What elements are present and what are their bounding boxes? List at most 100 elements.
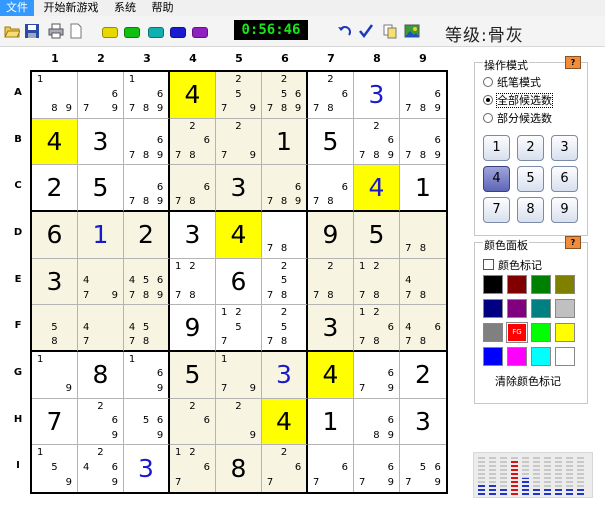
sudoku-cell-A3[interactable]: 1 6 789 (124, 72, 170, 119)
sudoku-cell-C5[interactable]: 3 (216, 165, 262, 212)
color-pill-purple-icon[interactable] (192, 27, 208, 38)
sudoku-cell-H5[interactable]: 29 (216, 398, 262, 446)
sudoku-cell-D7[interactable]: 9 (308, 211, 354, 259)
color-swatch[interactable] (531, 299, 551, 318)
color-swatch[interactable] (555, 275, 575, 294)
sudoku-cell-I7[interactable]: 67 (308, 445, 354, 492)
copy-icon[interactable] (382, 23, 398, 39)
color-swatch[interactable] (483, 323, 503, 342)
number-button-1[interactable]: 1 (483, 135, 510, 161)
sudoku-cell-E1[interactable]: 3 (32, 258, 78, 306)
color-swatch[interactable] (483, 347, 503, 366)
sudoku-cell-C2[interactable]: 5 (78, 165, 124, 212)
sudoku-cell-H2[interactable]: 26 9 (78, 398, 124, 446)
sudoku-cell-D3[interactable]: 2 (124, 211, 170, 259)
sudoku-cell-B7[interactable]: 5 (308, 118, 354, 166)
number-button-5[interactable]: 5 (517, 166, 544, 192)
sudoku-cell-C7[interactable]: 6 78 (308, 165, 354, 212)
sudoku-cell-A1[interactable]: 1 89 (32, 72, 78, 119)
menu-system[interactable]: 系统 (108, 0, 142, 16)
sudoku-cell-F6[interactable]: 2 578 (262, 305, 308, 352)
number-button-7[interactable]: 7 (483, 197, 510, 223)
sudoku-cell-H9[interactable]: 3 (400, 399, 446, 446)
sudoku-cell-D4[interactable]: 3 (170, 211, 216, 259)
save-icon[interactable] (24, 23, 40, 39)
sudoku-cell-A7[interactable]: 26 78 (308, 72, 354, 119)
color-swatch[interactable] (507, 275, 527, 294)
sudoku-cell-B9[interactable]: 6 789 (400, 119, 446, 166)
new-document-icon[interactable] (68, 23, 84, 39)
clear-color-marks-button[interactable]: 清除颜色标记 (495, 373, 561, 389)
sudoku-cell-I8[interactable]: 6 7 9 (354, 445, 400, 492)
sudoku-cell-H3[interactable]: 56 9 (124, 398, 170, 446)
sudoku-cell-A2[interactable]: 6 7 9 (78, 72, 124, 119)
number-button-2[interactable]: 2 (517, 135, 544, 161)
color-swatch[interactable] (531, 275, 551, 294)
sudoku-cell-B5[interactable]: 2 7 9 (216, 118, 262, 166)
color-swatch[interactable] (483, 299, 503, 318)
color-swatch[interactable] (555, 323, 575, 342)
sudoku-cell-H8[interactable]: 689 (354, 398, 400, 446)
sudoku-cell-G3[interactable]: 1 6 9 (124, 351, 170, 399)
sudoku-cell-C3[interactable]: 6 789 (124, 165, 170, 212)
sudoku-cell-E8[interactable]: 12 78 (354, 258, 400, 306)
color-swatch[interactable] (507, 347, 527, 366)
color-swatch[interactable] (531, 347, 551, 366)
sudoku-cell-H1[interactable]: 7 (32, 398, 78, 446)
menu-help[interactable]: 帮助 (146, 0, 180, 16)
sudoku-cell-A5[interactable]: 2 57 9 (216, 72, 262, 119)
sudoku-cell-A9[interactable]: 6 789 (400, 72, 446, 119)
number-button-9[interactable]: 9 (551, 197, 578, 223)
number-button-6[interactable]: 6 (551, 166, 578, 192)
sudoku-cell-B3[interactable]: 6 789 (124, 118, 170, 166)
sudoku-cell-G1[interactable]: 19 (32, 351, 78, 399)
sudoku-cell-D8[interactable]: 5 (354, 211, 400, 259)
mode-radio-all-candidates[interactable]: 全部候选数 (483, 93, 553, 108)
sudoku-cell-D6[interactable]: 78 (262, 211, 308, 259)
sudoku-cell-D5[interactable]: 4 (216, 211, 262, 259)
sudoku-cell-C1[interactable]: 2 (32, 165, 78, 212)
sudoku-cell-F5[interactable]: 12 57 (216, 305, 262, 352)
mode-help-button[interactable]: ? (565, 56, 581, 69)
number-button-3[interactable]: 3 (551, 135, 578, 161)
sudoku-cell-E7[interactable]: 2 78 (308, 258, 354, 306)
sudoku-cell-G9[interactable]: 2 (400, 352, 446, 399)
sudoku-cell-E9[interactable]: 4 78 (400, 258, 446, 306)
sudoku-cell-F3[interactable]: 4578 (124, 305, 170, 352)
sudoku-cell-G6[interactable]: 3 (262, 351, 308, 399)
sudoku-cell-F4[interactable]: 9 (170, 305, 216, 352)
color-swatch[interactable] (555, 347, 575, 366)
sudoku-cell-F7[interactable]: 3 (308, 305, 354, 352)
sudoku-cell-C8[interactable]: 4 (354, 165, 400, 212)
menu-file[interactable]: 文件 (0, 0, 34, 16)
open-folder-icon[interactable] (4, 23, 20, 39)
sudoku-cell-H4[interactable]: 26 (170, 398, 216, 446)
print-icon[interactable] (48, 23, 64, 39)
sudoku-cell-I2[interactable]: 24 6 9 (78, 445, 124, 492)
sudoku-cell-C9[interactable]: 1 (400, 165, 446, 212)
sudoku-cell-A6[interactable]: 2 56 789 (262, 72, 308, 119)
sudoku-cell-D2[interactable]: 1 (78, 211, 124, 259)
color-help-button[interactable]: ? (565, 236, 581, 249)
sudoku-cell-A8[interactable]: 3 (354, 72, 400, 119)
sudoku-cell-C4[interactable]: 6 78 (170, 165, 216, 212)
color-swatch[interactable] (555, 299, 575, 318)
color-pill-yellow-icon[interactable] (102, 27, 118, 38)
sudoku-cell-E6[interactable]: 2 578 (262, 258, 308, 306)
sudoku-cell-I5[interactable]: 8 (216, 445, 262, 492)
sudoku-cell-B4[interactable]: 26 78 (170, 118, 216, 166)
mode-radio-partial-candidates[interactable]: 部分候选数 (483, 113, 552, 125)
sudoku-cell-I9[interactable]: 56 7 9 (400, 445, 446, 492)
sudoku-cell-I6[interactable]: 26 7 (262, 445, 308, 492)
sudoku-cell-I1[interactable]: 159 (32, 445, 78, 492)
sudoku-cell-E2[interactable]: 4 7 9 (78, 258, 124, 306)
sudoku-cell-I4[interactable]: 126 7 (170, 445, 216, 492)
sudoku-cell-G8[interactable]: 6 7 9 (354, 351, 400, 399)
sudoku-cell-F2[interactable]: 47 (78, 305, 124, 352)
color-mark-checkbox[interactable]: 颜色标记 (483, 257, 542, 273)
check-icon[interactable] (358, 23, 374, 39)
sudoku-cell-G4[interactable]: 5 (170, 351, 216, 399)
sudoku-cell-A4[interactable]: 4 (170, 72, 216, 119)
sudoku-cell-G7[interactable]: 4 (308, 351, 354, 399)
sudoku-cell-F9[interactable]: 4 6 78 (400, 305, 446, 352)
